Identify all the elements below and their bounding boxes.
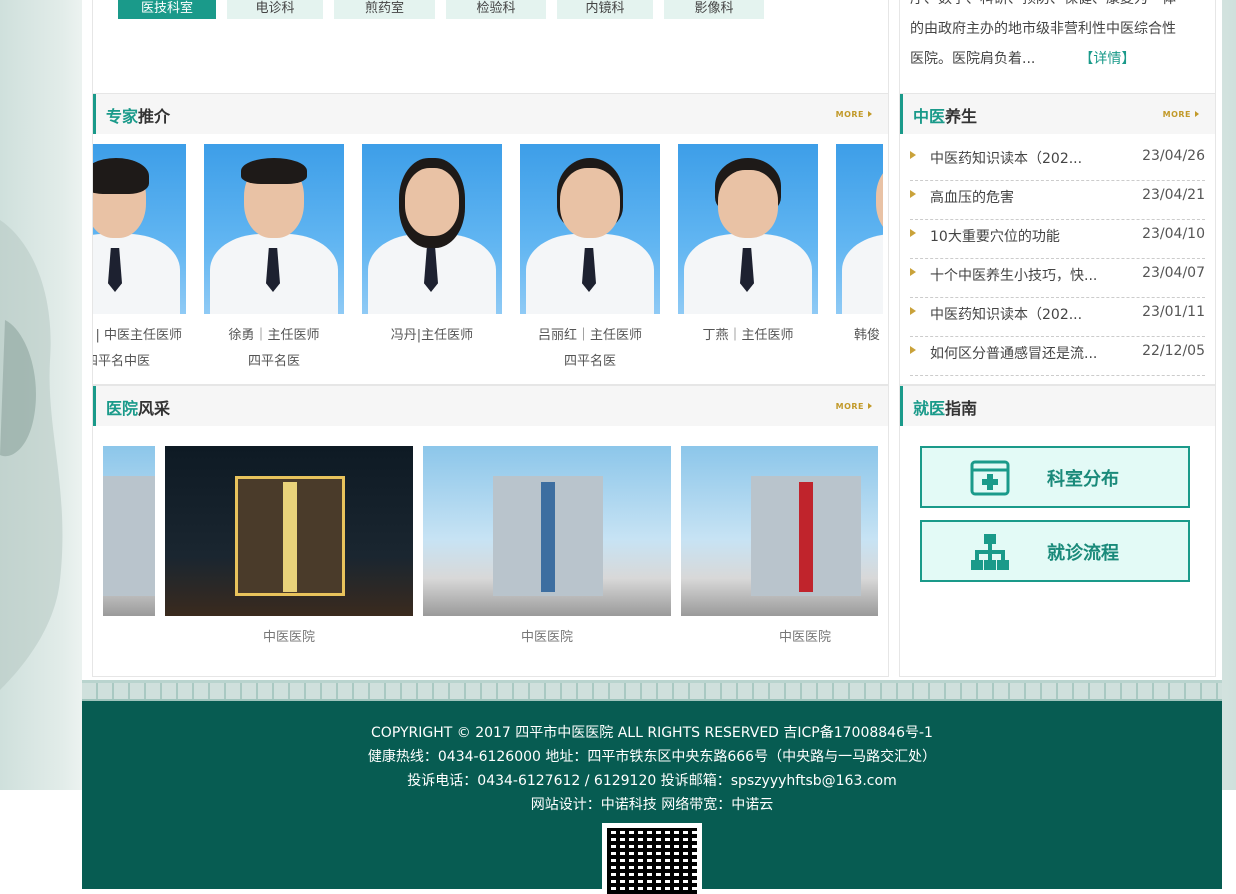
tabs-panel <box>92 0 889 93</box>
expert-name: 冯丹|主任医师 <box>390 328 474 343</box>
list-item[interactable]: 高血压的危害 23/04/21 <box>910 181 1205 220</box>
experts-section: 专家推介 MORE | 中医主任医师 四平名中医 徐勇｜主任医师 四平名医 冯丹… <box>92 93 889 385</box>
footer-copyright: COPYRIGHT © 2017 四平市中医医院 ALL RIGHTS RESE… <box>371 725 933 741</box>
expert-photo <box>93 144 186 314</box>
photo-caption: 中医医院 <box>778 630 831 645</box>
plus-box-icon <box>970 460 1010 496</box>
footer-credits: 网站设计：中诺科技 网络带宽：中诺云 <box>530 797 774 813</box>
hospital-photo <box>681 446 878 616</box>
expert-name: 徐勇｜主任医师 <box>228 328 320 343</box>
intro-panel <box>899 0 1216 93</box>
expert-title: 四平名中医 <box>93 354 150 369</box>
list-item[interactable]: 如何区分普通感冒还是流... 22/12/05 <box>910 337 1205 376</box>
health-section: 中医养生 MORE 中医药知识读本（202... 23/04/26 高血压的危害 2… <box>899 93 1216 385</box>
expert-photo <box>836 144 883 314</box>
style-title: 医院风采 <box>106 399 171 418</box>
main-content: 医技科室 电诊科 煎药室 检验科 内镜科 影像科 厅、数字、科研、预防、保健、康… <box>82 0 1222 680</box>
health-title: 中医养生 <box>913 107 978 126</box>
expert-card[interactable]: 冯丹|主任医师 <box>362 144 502 350</box>
expert-card[interactable]: 吕丽红｜主任医师 四平名医 <box>520 144 660 369</box>
expert-card[interactable]: 丁燕｜主任医师 <box>678 144 818 350</box>
expert-photo <box>204 144 344 314</box>
photo-caption: 中医医院 <box>520 630 573 645</box>
hospital-photo-card[interactable]: 中医医院 <box>681 446 878 645</box>
guide-button-label: 就诊流程 <box>1047 543 1119 564</box>
expert-card[interactable]: 徐勇｜主任医师 四平名医 <box>204 144 344 369</box>
health-more-link[interactable]: MORE <box>1163 110 1199 119</box>
experts-more-link[interactable]: MORE <box>836 110 872 119</box>
style-more-link[interactable]: MORE <box>836 402 872 411</box>
list-item[interactable]: 中医药知识读本（202... 23/01/11 <box>910 298 1205 337</box>
qr-code <box>602 823 702 894</box>
health-news-list: 中医药知识读本（202... 23/04/26 高血压的危害 23/04/21 10… <box>910 142 1205 376</box>
visit-process-button[interactable]: 就诊流程 <box>920 520 1190 582</box>
expert-title: 四平名医 <box>563 354 616 369</box>
expert-photo <box>520 144 660 314</box>
expert-name: | 中医主任医师 <box>95 328 182 343</box>
expert-card[interactable]: | 中医主任医师 四平名中医 <box>93 144 186 369</box>
ink-painting-decoration <box>0 220 63 690</box>
guide-title: 就医指南 <box>913 399 978 418</box>
guide-section: 就医指南 科室分布 就诊流程 <box>899 385 1216 677</box>
list-item[interactable]: 十个中医养生小技巧，快... 23/04/07 <box>910 259 1205 298</box>
expert-photo <box>678 144 818 314</box>
guide-header: 就医指南 <box>900 386 1215 426</box>
hospital-photo <box>165 446 413 616</box>
expert-title: 四平名医 <box>247 354 300 369</box>
expert-name: 吕丽红｜主任医师 <box>537 328 642 343</box>
footer-pattern-border <box>82 680 1222 701</box>
experts-header: 专家推介 MORE <box>93 94 888 134</box>
sitemap-icon <box>971 534 1009 570</box>
footer-complaint: 投诉电话：0434-6127612 / 6129120 投诉邮箱：spszyyy… <box>407 773 897 789</box>
expert-photo <box>362 144 502 314</box>
guide-button-label: 科室分布 <box>1047 469 1119 490</box>
hospital-photo-card[interactable] <box>103 446 155 616</box>
experts-carousel: | 中医主任医师 四平名中医 徐勇｜主任医师 四平名医 冯丹|主任医师 吕丽红｜… <box>93 144 883 374</box>
footer-contact: 健康热线：0434-6126000 地址：四平市铁东区中央东路666号（中央路与… <box>367 749 937 765</box>
hospital-style-section: 医院风采 MORE 中医医院 中医医院 中医医院 <box>92 385 889 677</box>
expert-name: 韩俊 <box>854 328 881 343</box>
health-header: 中医养生 MORE <box>900 94 1215 134</box>
hospital-photo <box>103 446 155 616</box>
experts-title: 专家推介 <box>106 107 171 126</box>
style-header: 医院风采 MORE <box>93 386 888 426</box>
list-item[interactable]: 中医药知识读本（202... 23/04/26 <box>910 142 1205 181</box>
photo-caption: 中医医院 <box>262 630 315 645</box>
hospital-photo <box>423 446 671 616</box>
hospital-photo-card[interactable]: 中医医院 <box>423 446 671 645</box>
hospital-photo-carousel: 中医医院 中医医院 中医医院 <box>103 446 878 656</box>
department-map-button[interactable]: 科室分布 <box>920 446 1190 508</box>
list-item[interactable]: 10大重要穴位的功能 23/04/10 <box>910 220 1205 259</box>
expert-name: 丁燕｜主任医师 <box>702 328 794 343</box>
hospital-photo-card[interactable]: 中医医院 <box>165 446 413 645</box>
expert-card[interactable]: 韩俊 <box>836 144 883 343</box>
site-footer: COPYRIGHT © 2017 四平市中医医院 ALL RIGHTS RESE… <box>82 701 1222 894</box>
